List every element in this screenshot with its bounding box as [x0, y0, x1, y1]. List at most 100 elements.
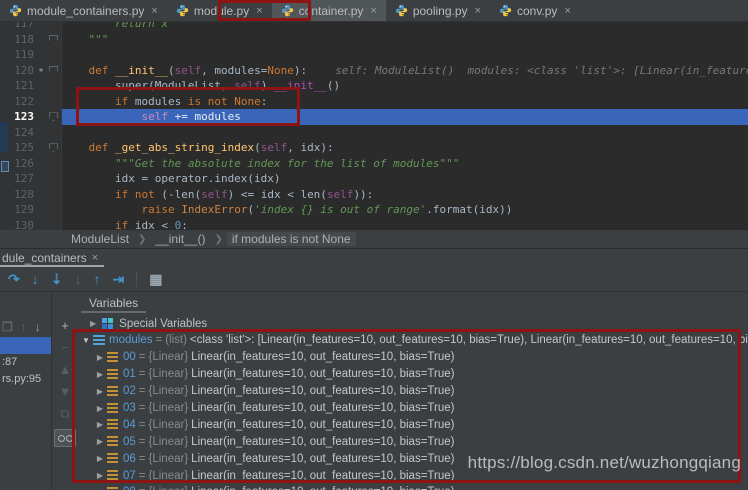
fold-column — [46, 217, 62, 230]
object-variable-icon — [107, 453, 118, 465]
expand-arrow-icon[interactable]: ▶ — [94, 353, 106, 362]
expand-arrow-icon[interactable]: ▶ — [94, 387, 106, 396]
tab-variables[interactable]: Variables — [81, 296, 147, 313]
stack-frame-row[interactable]: :87 — [0, 354, 51, 371]
code-line-129: 129 raise IndexError('index {} is out of… — [0, 202, 748, 218]
code-line-117: 117 return x — [0, 22, 748, 32]
editor-tab-container-py[interactable]: container.py × — [271, 0, 386, 21]
gutter-space — [36, 171, 46, 187]
code-line-130: 130 if idx < 0: — [0, 217, 748, 230]
equals-sign: = — [138, 452, 146, 465]
duplicate-icon[interactable]: ⧉ — [60, 407, 69, 420]
variable-row-modules[interactable]: ▼ modules = (list) <class 'list'>: [Linear(i… — [78, 332, 748, 349]
code-text: self += modules — [141, 110, 241, 123]
breadcrumb-method[interactable]: __init__() — [150, 232, 210, 246]
variable-type: {Linear} — [148, 452, 189, 465]
fold-marker-icon[interactable] — [46, 62, 62, 78]
code-line-127: 127 idx = operator.index(idx) — [0, 171, 748, 187]
stack-frame-row[interactable] — [0, 337, 51, 354]
expand-arrow-icon[interactable]: ▶ — [94, 420, 106, 429]
line-number: 127 — [0, 171, 36, 187]
breadcrumb-class[interactable]: ModuleList — [66, 232, 134, 246]
expand-arrow-icon[interactable]: ▶ — [90, 319, 96, 328]
equals-sign: = — [138, 435, 146, 448]
show-watches-icon[interactable] — [54, 429, 76, 447]
variable-type: (list) — [165, 334, 187, 347]
gutter-space — [36, 109, 46, 125]
variable-row-05[interactable]: ▶ 05 = {Linear} Linear(in_features=10, out_f… — [78, 433, 748, 450]
variable-row-02[interactable]: ▶ 02 = {Linear} Linear(in_features=10, out_f… — [78, 383, 748, 400]
editor-tab-module_containers-py[interactable]: module_containers.py × — [0, 0, 167, 21]
editor-tab-pooling-py[interactable]: pooling.py × — [386, 0, 490, 21]
expand-arrow-icon[interactable]: ▶ — [94, 471, 106, 480]
variable-row-03[interactable]: ▶ 03 = {Linear} Linear(in_features=10, out_f… — [78, 400, 748, 417]
gutter-space — [36, 93, 46, 109]
fold-marker-icon[interactable] — [46, 140, 62, 156]
move-up-icon[interactable]: ▲ — [59, 363, 72, 376]
python-file-icon — [9, 4, 22, 17]
run-to-cursor-icon[interactable]: ⇥ — [112, 272, 124, 286]
code-line-124: 124 — [0, 124, 748, 140]
move-down-icon[interactable]: ▼ — [59, 385, 72, 398]
variable-value: Linear(in_features=10, out_features=10, … — [191, 368, 455, 381]
list-variable-icon — [93, 334, 105, 346]
smart-step-into-icon[interactable]: ↓ — [74, 272, 81, 286]
editor-tab-bar: module_containers.py × module.py × container… — [0, 0, 748, 22]
expand-arrow-icon[interactable]: ▶ — [94, 370, 106, 379]
variable-row-00[interactable]: ▶ 00 = {Linear} Linear(in_features=10, out_f… — [78, 349, 748, 366]
tab-close-icon[interactable]: × — [151, 5, 157, 17]
debug-tab-module-containers[interactable]: dule_containers × — [0, 249, 105, 267]
evaluate-expression-icon[interactable]: ▦ — [149, 272, 162, 286]
code-editor[interactable]: 117 return x 118 """ 119 120 ✱ def __init__(… — [0, 22, 748, 230]
editor-tab-conv-py[interactable]: conv.py × — [490, 0, 580, 21]
variable-row-04[interactable]: ▶ 04 = {Linear} Linear(in_features=10, out_f… — [78, 416, 748, 433]
variable-value: Linear(in_features=10, out_features=10, … — [191, 418, 455, 431]
expand-arrow-icon[interactable]: ▶ — [94, 404, 106, 413]
step-out-icon[interactable]: ↑ — [93, 272, 100, 286]
frame-up-icon[interactable]: ↑ — [21, 320, 27, 334]
expand-arrow-icon[interactable]: ▶ — [94, 454, 106, 463]
editor-tab-module-py[interactable]: module.py × — [167, 0, 272, 21]
fold-marker-icon[interactable] — [46, 109, 62, 125]
bookmark-icon — [1, 161, 9, 172]
line-number: 128 — [0, 186, 36, 202]
add-watch-icon[interactable]: + — [61, 319, 69, 332]
variable-value: Linear(in_features=10, out_features=10, … — [191, 402, 455, 414]
code-line-118: 118 """ — [0, 31, 748, 47]
code-line-125: 125 def _get_abs_string_index(self, idx)… — [0, 140, 748, 156]
tab-close-icon[interactable]: × — [256, 5, 262, 17]
object-variable-icon — [107, 402, 118, 414]
tab-label: module.py — [193, 3, 250, 18]
tab-close-icon[interactable]: × — [475, 5, 481, 17]
breadcrumb-statement[interactable]: if modules is not None — [226, 232, 356, 246]
step-over-icon[interactable]: ↷ — [8, 272, 20, 286]
tab-close-icon[interactable]: × — [564, 5, 570, 17]
variable-row-01[interactable]: ▶ 01 = {Linear} Linear(in_features=10, out_f… — [78, 366, 748, 383]
remove-watch-icon[interactable]: − — [61, 341, 69, 354]
collapse-arrow-icon[interactable]: ▼ — [80, 336, 92, 345]
code-line-121: 121 super(ModuleList, self).__init__() — [0, 78, 748, 94]
python-file-icon — [176, 4, 189, 17]
variable-row-08[interactable]: ▶08={Linear}Linear(in_features=10, out_f… — [78, 484, 748, 490]
step-into-icon[interactable]: ↓ — [32, 272, 39, 286]
variable-name: 04 — [123, 418, 136, 431]
line-number: 119 — [0, 47, 36, 63]
force-step-into-icon[interactable]: ⇣ — [51, 272, 63, 286]
tab-close-icon[interactable]: × — [370, 5, 376, 17]
frame-down-icon[interactable]: ↓ — [35, 320, 41, 334]
equals-sign: = — [138, 469, 146, 482]
code-text: idx = operator.index(idx) — [62, 172, 281, 185]
tab-label: pooling.py — [412, 3, 468, 18]
tab-close-icon[interactable]: × — [92, 252, 98, 264]
equals-sign: = — [138, 402, 146, 414]
fold-marker-icon[interactable] — [46, 31, 62, 47]
special-variables-row[interactable]: ▶ Special Variables — [78, 315, 748, 332]
equals-sign: = — [155, 334, 163, 347]
fold-column — [46, 186, 62, 202]
expand-arrow-icon[interactable]: ▶ — [94, 437, 106, 446]
window-icon[interactable]: ❐ — [2, 320, 13, 334]
equals-sign: = — [138, 368, 146, 381]
fold-column — [46, 171, 62, 187]
code-text: super(ModuleList, self).__init__() — [62, 79, 341, 92]
stack-frame-row[interactable]: rs.py:95 — [0, 371, 51, 388]
